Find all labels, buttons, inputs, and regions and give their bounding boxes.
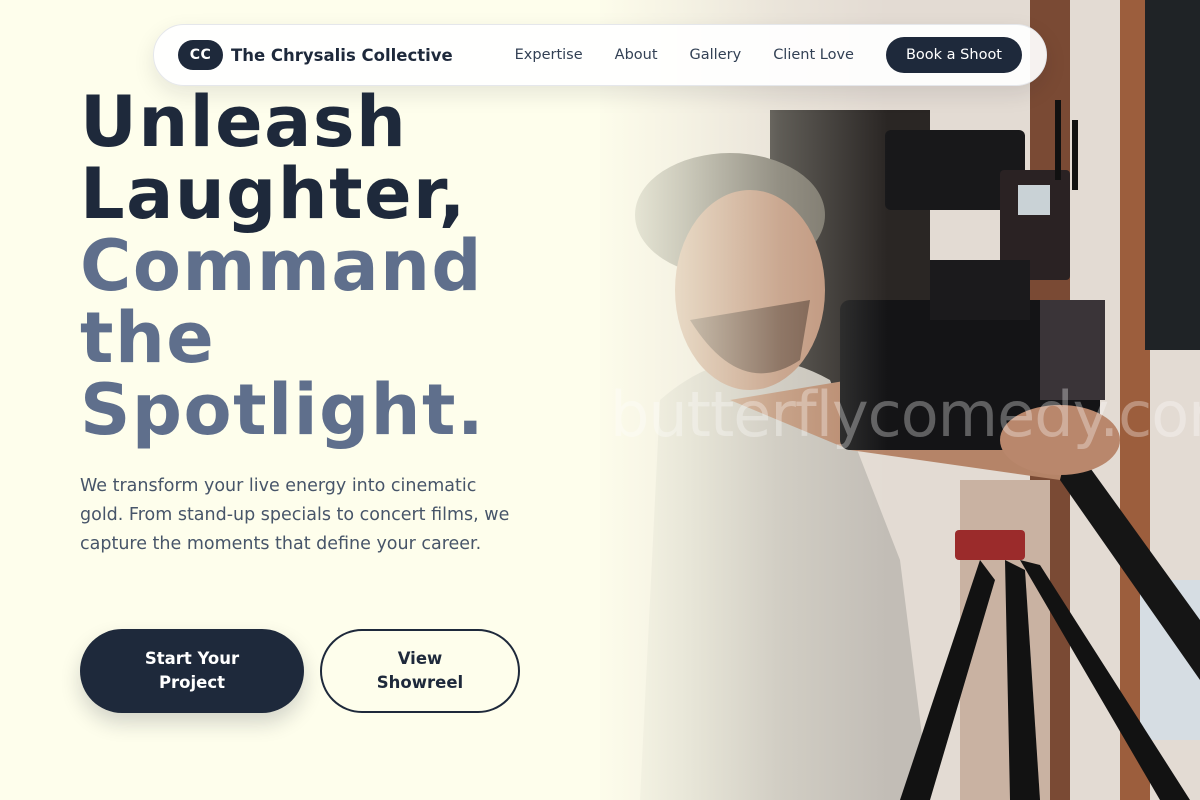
hero-photo: butterflycomedy.com bbox=[600, 0, 1200, 800]
nav-link-client-love[interactable]: Client Love bbox=[773, 47, 854, 63]
brand-logo[interactable]: CC The Chrysalis Collective bbox=[178, 40, 453, 70]
headline-line: Command bbox=[80, 225, 484, 307]
hero-headline: Unleash Laughter, Command the Spotlight. bbox=[80, 86, 600, 446]
watermark-text: butterflycomedy.com bbox=[610, 378, 1200, 451]
headline-line: Unleash bbox=[80, 81, 408, 163]
book-shoot-button[interactable]: Book a Shoot bbox=[885, 37, 1022, 73]
top-nav: CC The Chrysalis Collective Expertise Ab… bbox=[153, 24, 1047, 86]
nav-links: Expertise About Gallery Client Love Book… bbox=[515, 37, 1022, 73]
view-showreel-button[interactable]: View Showreel bbox=[320, 629, 520, 713]
headline-line: Spotlight. bbox=[80, 369, 486, 451]
nav-link-about[interactable]: About bbox=[615, 47, 658, 63]
nav-link-expertise[interactable]: Expertise bbox=[515, 47, 583, 63]
view-showreel-label: View Showreel bbox=[376, 649, 464, 692]
hero-description: We transform your live energy into cinem… bbox=[80, 476, 510, 554]
start-project-button[interactable]: Start Your Project bbox=[80, 629, 304, 713]
start-project-label: Start Your Project bbox=[144, 649, 240, 692]
headline-line: the bbox=[80, 297, 216, 379]
nav-link-gallery[interactable]: Gallery bbox=[690, 47, 742, 63]
brand-mark: CC bbox=[178, 40, 223, 70]
brand-name: The Chrysalis Collective bbox=[231, 45, 453, 65]
headline-line: Laughter, bbox=[80, 153, 467, 235]
